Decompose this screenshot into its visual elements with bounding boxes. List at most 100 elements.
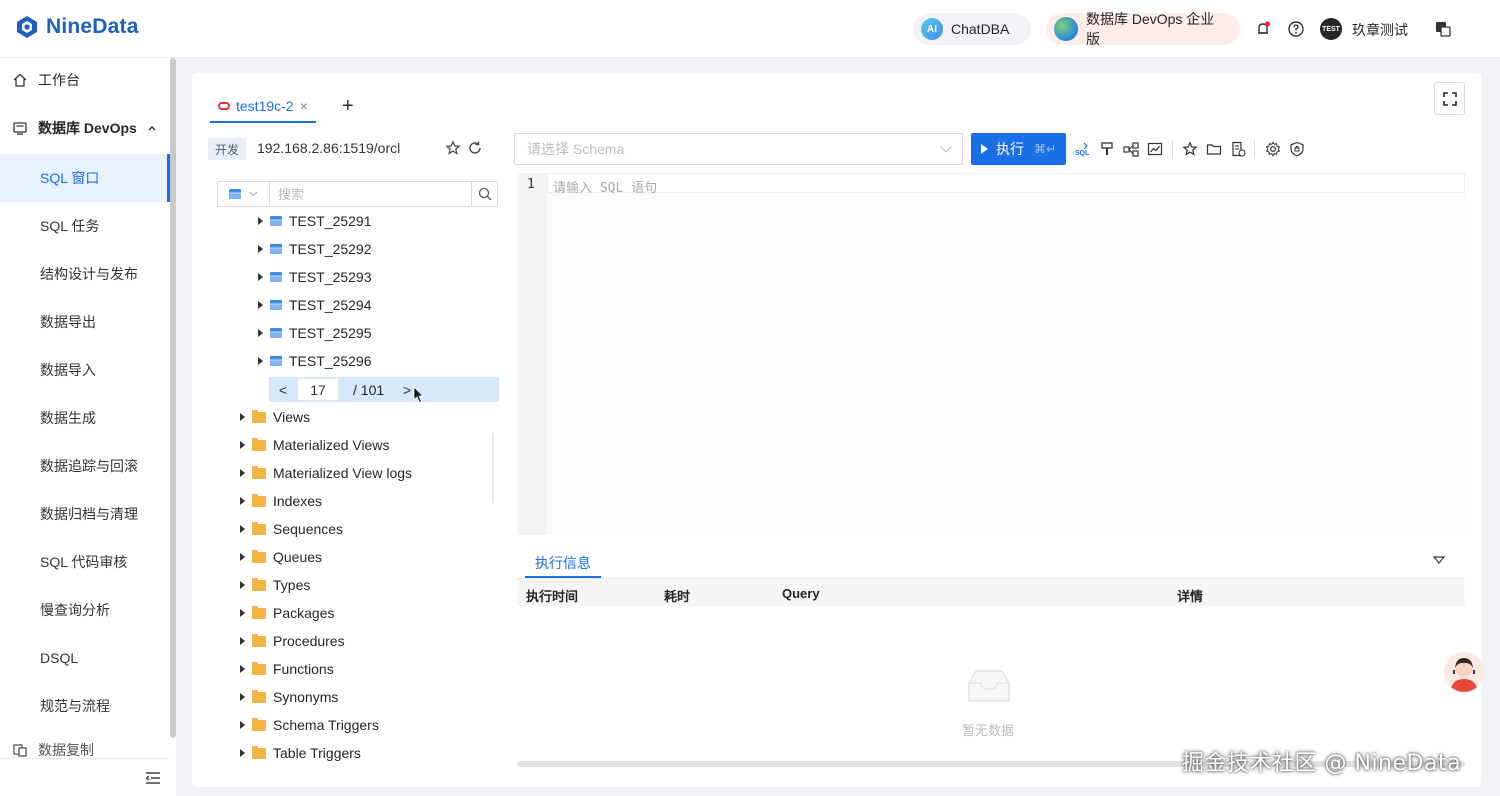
pager-next-button[interactable]: >	[403, 382, 411, 398]
sidebar-item-label: 数据追踪与回滚	[40, 458, 138, 474]
sidebar-item-data-generation[interactable]: 数据生成	[0, 394, 170, 442]
sidebar-item-data-import[interactable]: 数据导入	[0, 346, 170, 394]
user-avatar[interactable]: TEST	[1320, 18, 1342, 40]
execution-plan-icon[interactable]	[1123, 141, 1139, 157]
security-shield-icon[interactable]	[1289, 141, 1305, 157]
sidebar-item-data-export[interactable]: 数据导出	[0, 298, 170, 346]
sidebar-item-workbench[interactable]: 工作台	[0, 58, 170, 102]
sidebar-item-schema-design[interactable]: 结构设计与发布	[0, 250, 170, 298]
sidebar-item-sql-window[interactable]: SQL 窗口	[0, 154, 170, 202]
object-type-filter[interactable]	[218, 182, 270, 206]
sidebar-item-slow-query[interactable]: 慢查询分析	[0, 586, 170, 634]
add-tab-button[interactable]: +	[342, 95, 354, 118]
tree-table-row[interactable]: TEST_25295	[258, 319, 372, 347]
expand-caret-icon[interactable]	[240, 665, 245, 673]
folder-open-icon[interactable]	[1206, 141, 1222, 157]
schema-select[interactable]: 请选择 Schema	[514, 133, 963, 165]
run-button[interactable]: 执行 ⌘↵	[971, 133, 1066, 165]
tree-folder-row[interactable]: Indexes	[240, 487, 322, 515]
expand-caret-icon[interactable]	[240, 525, 245, 533]
expand-caret-icon[interactable]	[240, 637, 245, 645]
sidebar-scrollbar[interactable]	[170, 58, 176, 738]
tree-resize-handle[interactable]	[492, 433, 494, 503]
pager-page-input[interactable]	[297, 378, 339, 401]
tree-folder-row[interactable]: Materialized View logs	[240, 459, 412, 487]
tree-search-input[interactable]	[270, 182, 471, 206]
line-number: 1	[527, 177, 535, 192]
tree-folder-row[interactable]: Sequences	[240, 515, 343, 543]
expand-caret-icon[interactable]	[258, 329, 263, 337]
expand-caret-icon[interactable]	[240, 441, 245, 449]
tree-folder-row[interactable]: Synonyms	[240, 683, 338, 711]
tree-table-row[interactable]: TEST_25294	[258, 291, 372, 319]
globe-icon	[1054, 17, 1078, 41]
logo[interactable]: NineData	[14, 14, 139, 40]
collapse-menu-icon[interactable]	[145, 771, 161, 785]
fullscreen-button[interactable]	[1434, 82, 1465, 115]
expand-caret-icon[interactable]	[258, 301, 263, 309]
expand-caret-icon[interactable]	[258, 273, 263, 281]
expand-caret-icon[interactable]	[240, 693, 245, 701]
tree-table-row[interactable]: TEST_25292	[258, 235, 372, 263]
sidebar-item-data-tracking[interactable]: 数据追踪与回滚	[0, 442, 170, 490]
sidebar-group-devops[interactable]: 数据库 DevOps	[0, 106, 170, 150]
expand-caret-icon[interactable]	[240, 553, 245, 561]
tab-execution-info[interactable]: 执行信息	[525, 550, 601, 578]
close-icon[interactable]: ×	[300, 98, 308, 114]
user-name[interactable]: 玖章测试	[1352, 20, 1408, 40]
sidebar-item-standards[interactable]: 规范与流程	[0, 682, 170, 730]
chart-trend-icon[interactable]	[1147, 141, 1163, 157]
history-document-icon[interactable]	[1230, 141, 1246, 157]
tree-folder-row[interactable]: Functions	[240, 655, 334, 683]
sql-editor[interactable]: 1 请输入 SQL 语句	[517, 173, 1465, 535]
chatdba-button[interactable]: AI ChatDBA	[913, 13, 1031, 45]
tree-folder-row[interactable]: Queues	[240, 543, 322, 571]
tree-table-row[interactable]: TEST_25296	[258, 347, 372, 375]
tree-folder-row[interactable]: Materialized Views	[240, 431, 389, 459]
expand-caret-icon[interactable]	[240, 581, 245, 589]
chevron-down-icon	[940, 141, 952, 153]
settings-gear-icon[interactable]	[1265, 141, 1281, 157]
support-assistant-avatar[interactable]	[1444, 652, 1484, 692]
sidebar-item-sql-review[interactable]: SQL 代码审核	[0, 538, 170, 586]
expand-caret-icon[interactable]	[240, 609, 245, 617]
sidebar-item-sql-task[interactable]: SQL 任务	[0, 202, 170, 250]
expand-caret-icon[interactable]	[240, 469, 245, 477]
tree-table-row[interactable]: TEST_25293	[258, 263, 372, 291]
help-icon[interactable]	[1287, 20, 1305, 38]
expand-caret-icon[interactable]	[258, 245, 263, 253]
sidebar-item-label: 数据导入	[40, 362, 96, 378]
favorite-star-icon[interactable]	[445, 140, 461, 156]
tree-node-label: Materialized View logs	[273, 465, 413, 481]
table-icon	[270, 216, 282, 226]
refresh-icon[interactable]	[467, 140, 483, 156]
tree-folder-row[interactable]: Procedures	[240, 627, 345, 655]
expand-caret-icon[interactable]	[258, 217, 263, 225]
paint-brush-icon[interactable]	[1099, 141, 1115, 157]
search-button[interactable]	[471, 182, 497, 206]
tree-table-row[interactable]: TEST_25291	[258, 207, 372, 235]
edition-button[interactable]: 数据库 DevOps 企业版	[1046, 11, 1240, 47]
pager-prev-button[interactable]: <	[269, 382, 297, 398]
sql-format-icon[interactable]: SQL	[1075, 141, 1091, 157]
sidebar-item-data-archive[interactable]: 数据归档与清理	[0, 490, 170, 538]
tree-folder-row[interactable]: Table Triggers	[240, 739, 361, 767]
tree-folder-row[interactable]: Views	[240, 403, 310, 431]
top-header: NineData AI ChatDBA 数据库 DevOps 企业版 TEST …	[0, 0, 1500, 58]
notification-bell-icon[interactable]	[1254, 20, 1272, 38]
expand-caret-icon[interactable]	[240, 721, 245, 729]
star-icon[interactable]	[1182, 141, 1198, 157]
collapse-triangle-icon[interactable]	[1433, 554, 1445, 566]
sidebar-item-dsql[interactable]: DSQL	[0, 634, 170, 682]
expand-caret-icon[interactable]	[240, 749, 245, 757]
tab-test19c-2[interactable]: test19c-2 ×	[210, 91, 316, 123]
tree-folder-row[interactable]: Schema Triggers	[240, 711, 379, 739]
folder-icon	[252, 549, 266, 563]
expand-caret-icon[interactable]	[240, 497, 245, 505]
svg-text:SQL: SQL	[1075, 150, 1090, 157]
tree-folder-row[interactable]: Types	[240, 571, 310, 599]
tree-folder-row[interactable]: Packages	[240, 599, 334, 627]
expand-caret-icon[interactable]	[258, 357, 263, 365]
language-switch-icon[interactable]	[1434, 20, 1452, 38]
expand-caret-icon[interactable]	[240, 413, 245, 421]
